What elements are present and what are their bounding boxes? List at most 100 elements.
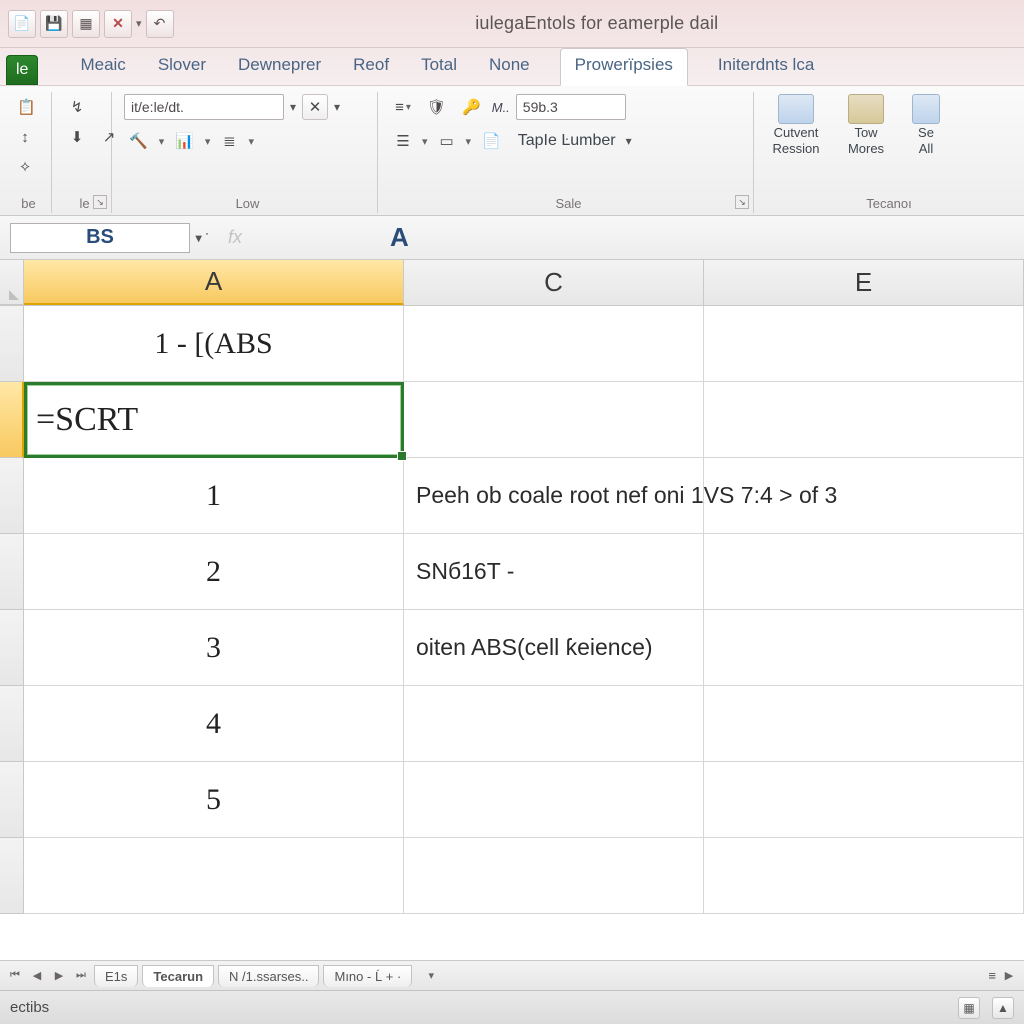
sheet-nav-last-icon[interactable]: ⏭ [72, 967, 90, 985]
key-icon[interactable]: 🔑 [457, 94, 486, 120]
cell-r4-c2[interactable]: SNб16T - [404, 534, 704, 610]
sheet-tab-1[interactable]: Tecarun [142, 965, 214, 987]
big-button-2-l2: All [919, 142, 933, 156]
cell-r4-c3[interactable] [704, 534, 1024, 610]
row-header-6[interactable] [0, 686, 24, 762]
ribbon-tab-6[interactable]: Prowerïpsies [560, 48, 688, 86]
sheet-nav-prev-icon[interactable]: ◀ [28, 967, 46, 985]
row-header-5[interactable] [0, 610, 24, 686]
cell-r5-c2[interactable]: oiten ABS(cell ƙeience) [404, 610, 704, 686]
cell-r2-c3[interactable] [704, 382, 1024, 458]
scroll-up-icon[interactable]: ▲ [992, 997, 1014, 1019]
bold-icon[interactable]: ↯ [64, 94, 90, 120]
tool-icon-chart[interactable]: 📊 [170, 128, 199, 154]
big-button-2-l1: Se [918, 126, 934, 140]
cell-r3-c1[interactable]: 1 [24, 458, 404, 534]
sheet-dropdown-icon[interactable]: ▾ [422, 967, 440, 985]
tool-icon-hammer[interactable]: 🔨 [124, 128, 153, 154]
column-header-A[interactable]: A [24, 260, 404, 305]
clip-icon-3[interactable]: ✧ [12, 154, 38, 180]
ribbon-tab-2[interactable]: Dewneprer [236, 51, 323, 85]
cell-r5-c1[interactable]: 3 [24, 610, 404, 686]
qat-save-button[interactable]: 💾 [40, 10, 68, 38]
align-left-icon[interactable]: ≡ [390, 94, 416, 120]
sheet-tab-3[interactable]: Mıno - Ĺ + · [323, 965, 412, 987]
big-button-1[interactable]: Tow Mores [836, 94, 896, 156]
qat-undo-button[interactable]: ↶ [146, 10, 174, 38]
fx-icon[interactable]: fx [228, 227, 242, 248]
dialog-launcher-le[interactable]: ↘ [93, 195, 107, 209]
spreadsheet-grid[interactable]: ACE 1 - [(ABS 1Peeh ob coale root nef oni… [0, 260, 1024, 960]
row-header-8[interactable] [0, 838, 24, 914]
column-header-E[interactable]: E [704, 260, 1024, 305]
sheet-tab-0[interactable]: E1s [94, 965, 138, 987]
qat-table-button[interactable]: ▦ [72, 10, 100, 38]
group-label-tecanor: Tecanoı [760, 196, 1018, 211]
number-input[interactable]: 59b.3 [516, 94, 626, 120]
cell-r8-c2[interactable] [404, 838, 704, 914]
cell-r1-c3[interactable] [704, 306, 1024, 382]
name-manager-input[interactable]: it/e:le/dt. [124, 94, 284, 120]
sheet-hscroll-icon[interactable]: ≡ [988, 968, 996, 983]
row-header-7[interactable] [0, 762, 24, 838]
cell-r3-c3[interactable] [704, 458, 1024, 534]
table-number-label[interactable]: TapIe Ŀumber [518, 132, 616, 150]
cell-r5-c3[interactable] [704, 610, 1024, 686]
big-button-2[interactable]: Se All [906, 94, 946, 156]
cell-r4-c1[interactable]: 2 [24, 534, 404, 610]
paste-icon[interactable]: 📋 [12, 94, 41, 120]
clip-icon-2[interactable]: ↕ [12, 124, 38, 150]
cell-r7-c2[interactable] [404, 762, 704, 838]
sheet-nav-first-icon[interactable]: ⏮ [6, 967, 24, 985]
cell-r7-c3[interactable] [704, 762, 1024, 838]
ribbon-tab-3[interactable]: Reof [351, 51, 391, 85]
column-header-C[interactable]: C [404, 260, 704, 305]
window-title: iulegaEntols for eamerple dail [475, 13, 718, 34]
border-icon[interactable]: ▭ [434, 128, 460, 154]
row-header-4[interactable] [0, 534, 24, 610]
cell-r1-c1[interactable]: 1 - [(ABS [24, 306, 404, 382]
big-button-1-l1: Tow [854, 126, 877, 140]
row-headers [0, 306, 24, 960]
row-header-3[interactable] [0, 458, 24, 534]
cell-r3-c2[interactable]: Peeh ob coale root nef oni 1VS 7:4 > of … [404, 458, 704, 534]
cell-r1-c2[interactable] [404, 306, 704, 382]
active-cell-text[interactable]: =SCRT [24, 382, 404, 458]
ribbon-tab-7[interactable]: Initerdnts lca [716, 51, 816, 85]
num-label: M.. [492, 100, 510, 115]
list-icon[interactable]: ☰ [390, 128, 416, 154]
qat-new-button[interactable]: 📄 [8, 10, 36, 38]
name-box[interactable]: BS ▾ ˙ [10, 223, 190, 253]
tool-icon-align[interactable]: ≣ [216, 128, 242, 154]
cell-r6-c2[interactable] [404, 686, 704, 762]
view-normal-icon[interactable]: ▦ [958, 997, 980, 1019]
ribbon-tab-0[interactable]: Meaic [78, 51, 127, 85]
clear-name-button[interactable]: ✕ [302, 94, 328, 120]
sheet-scroll-right-icon[interactable]: ▶ [1000, 967, 1018, 985]
cell-r7-c1[interactable]: 5 [24, 762, 404, 838]
cell-r8-c1[interactable] [24, 838, 404, 914]
cell-r6-c1[interactable]: 4 [24, 686, 404, 762]
qat-delete-button[interactable]: ✕ [104, 10, 132, 38]
cell-r8-c3[interactable] [704, 838, 1024, 914]
big-button-0[interactable]: Cutvent Ression [766, 94, 826, 156]
row-header-1[interactable] [0, 306, 24, 382]
sheet-tab-2[interactable]: N /1.ssarses.. [218, 965, 319, 987]
ribbon-tab-1[interactable]: Slover [156, 51, 208, 85]
shield-icon[interactable]: 🛡 [422, 94, 451, 120]
cell-r6-c3[interactable] [704, 686, 1024, 762]
cells-area[interactable]: 1 - [(ABS 1Peeh ob coale root nef oni 1VS… [24, 306, 1024, 960]
ribbon-tab-5[interactable]: None [487, 51, 532, 85]
tab-file[interactable]: le [6, 55, 38, 85]
ribbon-tab-4[interactable]: Total [419, 51, 459, 85]
name-box-dropdown-icon[interactable]: ▾ ˙ [196, 231, 209, 245]
sheet-nav-next-icon[interactable]: ▶ [50, 967, 68, 985]
doc-icon[interactable]: 📄 [477, 128, 506, 154]
formula-bar-col-label: A [390, 222, 409, 253]
select-all-corner[interactable] [0, 260, 24, 305]
row-header-2[interactable] [0, 382, 24, 458]
dialog-launcher-sale[interactable]: ↘ [735, 195, 749, 209]
cell-r2-c2[interactable] [404, 382, 704, 458]
arrow-down-icon[interactable]: ⬇ [64, 124, 90, 150]
qat-delete-dropdown[interactable]: ▾ [136, 17, 142, 30]
